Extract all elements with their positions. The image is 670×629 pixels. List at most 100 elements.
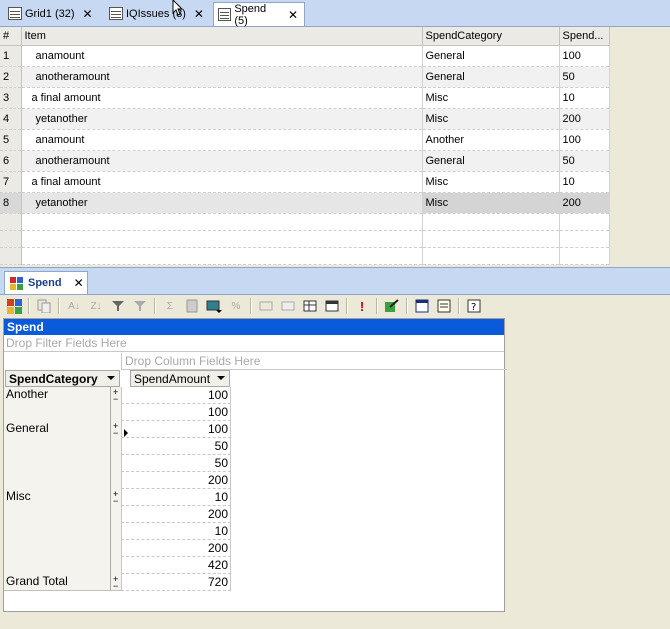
- layout-icon[interactable]: [6, 298, 22, 314]
- grand-total-row[interactable]: Grand Total + −: [4, 574, 122, 591]
- export-icon[interactable]: [384, 298, 400, 314]
- empty-cell[interactable]: [21, 247, 423, 265]
- amount-cell[interactable]: 100: [559, 45, 610, 67]
- tab-grid1[interactable]: Grid1 (32) ✕: [4, 3, 104, 24]
- column-header-spendamount[interactable]: Spend...: [559, 27, 610, 46]
- row-field-header[interactable]: SpendCategory: [5, 370, 120, 387]
- empty-cell[interactable]: [21, 213, 423, 231]
- subtotal-cell[interactable]: 200: [121, 472, 231, 489]
- drop-filter-area[interactable]: Drop Filter Fields Here: [4, 335, 504, 352]
- chevron-down-icon[interactable]: [217, 376, 225, 380]
- item-cell[interactable]: a final amount: [21, 171, 423, 193]
- minus-icon[interactable]: −: [113, 395, 118, 404]
- empty-cell[interactable]: [422, 230, 560, 248]
- value-cell[interactable]: 10: [121, 523, 231, 540]
- empty-cell[interactable]: [422, 247, 560, 265]
- row-number[interactable]: 5: [0, 129, 22, 151]
- table-row[interactable]: 3 a final amount Misc 10: [0, 87, 610, 109]
- percent-icon[interactable]: %: [228, 298, 244, 314]
- sum-icon[interactable]: Σ: [162, 298, 178, 314]
- column-header-item[interactable]: Item: [21, 27, 423, 46]
- filter-icon[interactable]: [110, 298, 126, 314]
- delete-col-icon[interactable]: [280, 298, 296, 314]
- copy-icon[interactable]: [36, 298, 52, 314]
- empty-cell[interactable]: [559, 230, 610, 248]
- alert-icon[interactable]: !: [354, 298, 370, 314]
- row-group-misc[interactable]: Misc + −: [4, 489, 122, 575]
- value-cell[interactable]: 50: [121, 438, 231, 455]
- insert-col-icon[interactable]: [258, 298, 274, 314]
- value-cell[interactable]: 50: [121, 455, 231, 472]
- empty-cell[interactable]: [422, 213, 560, 231]
- column-header-spendcategory[interactable]: SpendCategory: [422, 27, 560, 46]
- amount-cell[interactable]: 10: [559, 87, 610, 109]
- calc-icon[interactable]: [184, 298, 200, 314]
- grid-icon[interactable]: [302, 298, 318, 314]
- amount-cell[interactable]: 100: [559, 129, 610, 151]
- chart-icon[interactable]: [206, 298, 222, 314]
- chevron-down-icon[interactable]: [107, 376, 115, 380]
- value-cell[interactable]: 10: [121, 489, 231, 506]
- data-field-header[interactable]: SpendAmount: [130, 370, 230, 387]
- column-header-rownum[interactable]: #: [0, 27, 22, 46]
- category-cell[interactable]: Misc: [422, 192, 560, 214]
- empty-cell[interactable]: [559, 213, 610, 231]
- category-cell[interactable]: General: [422, 45, 560, 67]
- category-cell[interactable]: Misc: [422, 108, 560, 130]
- empty-cell[interactable]: [21, 230, 423, 248]
- close-icon[interactable]: ✕: [83, 7, 93, 21]
- tab-spend[interactable]: Spend (5) ✕: [213, 2, 305, 27]
- category-cell[interactable]: Misc: [422, 171, 560, 193]
- row-group-another[interactable]: Another + −: [4, 387, 122, 422]
- value-cell[interactable]: 200: [121, 506, 231, 523]
- close-icon[interactable]: ✕: [288, 8, 298, 22]
- sort-asc-icon[interactable]: A↓: [66, 298, 82, 314]
- category-cell[interactable]: General: [422, 66, 560, 88]
- subtotal-cell[interactable]: 420: [121, 557, 231, 574]
- row-number[interactable]: 1: [0, 45, 22, 67]
- minus-icon[interactable]: −: [113, 582, 118, 591]
- amount-cell[interactable]: 50: [559, 150, 610, 172]
- grand-total-cell[interactable]: 720: [121, 574, 231, 591]
- item-cell[interactable]: anamount: [21, 129, 423, 151]
- item-cell[interactable]: yetanother: [21, 108, 423, 130]
- tab-spend-pivot[interactable]: Spend ✕: [4, 271, 88, 294]
- row-number[interactable]: 7: [0, 171, 22, 193]
- row-number[interactable]: 2: [0, 66, 22, 88]
- list-icon[interactable]: [436, 298, 452, 314]
- row-number[interactable]: [0, 247, 22, 265]
- table-row[interactable]: 6 anotheramount General 50: [0, 150, 610, 172]
- table-row-selected[interactable]: 8 yetanother Misc 200: [0, 192, 610, 214]
- category-cell[interactable]: Misc: [422, 87, 560, 109]
- row-number[interactable]: 6: [0, 150, 22, 172]
- row-number[interactable]: [0, 230, 22, 248]
- item-cell[interactable]: anotheramount: [21, 66, 423, 88]
- category-cell[interactable]: General: [422, 150, 560, 172]
- table-row[interactable]: 5 anamount Another 100: [0, 129, 610, 151]
- empty-row[interactable]: [0, 213, 610, 231]
- category-cell[interactable]: Another: [422, 129, 560, 151]
- empty-row[interactable]: [0, 230, 610, 248]
- value-cell[interactable]: 200: [121, 540, 231, 557]
- item-cell[interactable]: a final amount: [21, 87, 423, 109]
- minus-icon[interactable]: −: [113, 429, 118, 438]
- amount-cell[interactable]: 10: [559, 171, 610, 193]
- tab-iqissues[interactable]: IQIssues (8) ✕: [105, 3, 211, 24]
- item-cell[interactable]: yetanother: [21, 192, 423, 214]
- amount-cell[interactable]: 50: [559, 66, 610, 88]
- close-icon[interactable]: ✕: [74, 276, 84, 290]
- subtotal-cell[interactable]: 100: [121, 404, 231, 421]
- row-group-general[interactable]: General + −: [4, 421, 122, 490]
- row-number[interactable]: 4: [0, 108, 22, 130]
- table-row[interactable]: 2 anotheramount General 50: [0, 66, 610, 88]
- table-row[interactable]: 1 anamount General 100: [0, 45, 610, 67]
- table-row[interactable]: 7 a final amount Misc 10: [0, 171, 610, 193]
- row-number[interactable]: [0, 213, 22, 231]
- amount-cell[interactable]: 200: [559, 192, 610, 214]
- sort-desc-icon[interactable]: Z↓: [88, 298, 104, 314]
- filter-clear-icon[interactable]: [132, 298, 148, 314]
- amount-cell[interactable]: 200: [559, 108, 610, 130]
- row-number[interactable]: 8: [0, 192, 22, 214]
- value-cell[interactable]: 100: [121, 387, 231, 404]
- empty-cell[interactable]: [559, 247, 610, 265]
